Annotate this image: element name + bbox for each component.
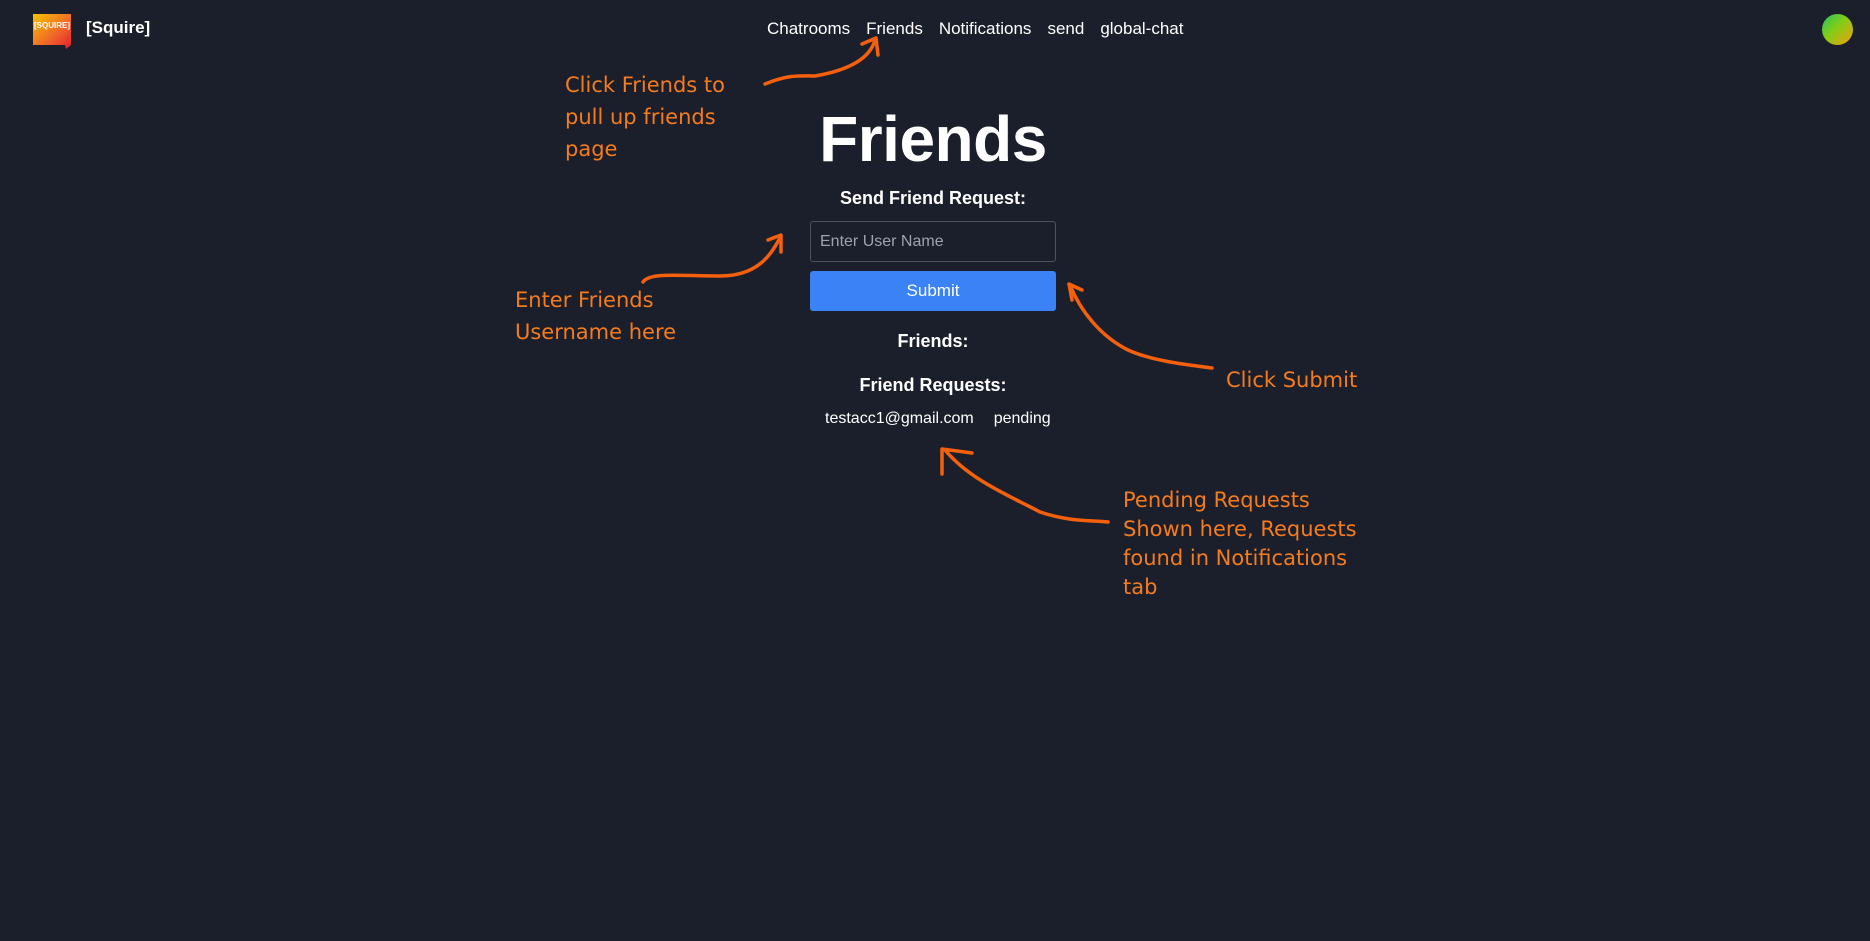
annotation-pending: Pending Requests Shown here, Requests fo… — [1123, 488, 1357, 599]
friend-request-row: testacc1@gmail.com pending — [825, 410, 1051, 428]
friends-list-label: Friends: — [897, 331, 969, 351]
annotation-username: Enter Friends Username here — [515, 288, 677, 344]
request-email: testacc1@gmail.com — [825, 410, 974, 427]
request-status: pending — [993, 410, 1051, 427]
annotation-submit: Click Submit — [1226, 368, 1358, 392]
submit-button[interactable]: Submit — [810, 271, 1056, 311]
friends-page: Friends Send Friend Request: Submit Frie… — [0, 0, 1870, 941]
annotation-friends-nav: Click Friends to pull up friends page — [565, 73, 725, 161]
username-input[interactable] — [810, 221, 1056, 262]
friend-requests-label: Friend Requests: — [859, 375, 1007, 395]
page-title: Friends — [819, 103, 1047, 175]
send-friend-request-label: Send Friend Request: — [839, 188, 1027, 208]
